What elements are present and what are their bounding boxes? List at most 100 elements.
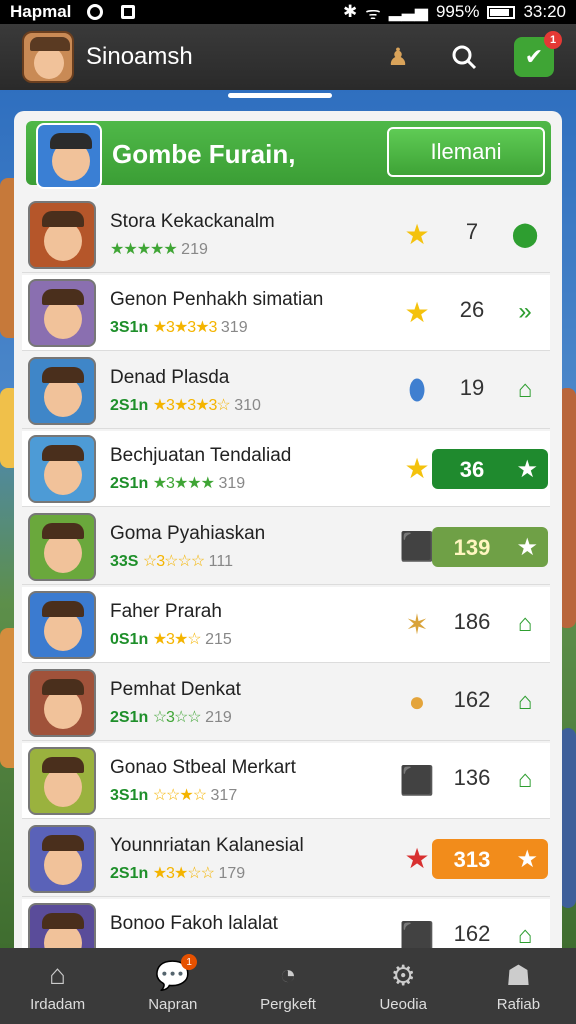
- star-icon: ★: [516, 456, 538, 483]
- row-value: 162: [453, 921, 491, 946]
- player-stats: ★★★★★ 219: [110, 239, 208, 259]
- nav-item-chat[interactable]: 💬 1 Napran: [115, 948, 230, 1024]
- card-title: Gombe Furain,: [112, 139, 296, 169]
- player-name: Stora Kekackanalm: [110, 211, 275, 232]
- highlighted-value-pill[interactable]: 36 ★: [432, 449, 548, 489]
- leaderboard-row[interactable]: Denad Plasda 2S1n ★3★3★3☆ 310 ⬮ 19 ⌂: [22, 353, 550, 429]
- arrow-action-icon[interactable]: »: [510, 297, 540, 327]
- nav-badge: 1: [181, 954, 198, 970]
- bag-action-icon[interactable]: ⬤: [510, 219, 540, 249]
- bottom-nav: ⌂ Irdadam 💬 1 Napran ◔ Pergkeft ⚙ Ueodia…: [0, 948, 576, 1024]
- home-action-icon[interactable]: ⌂: [510, 687, 540, 717]
- player-stats: 33S ☆3☆☆☆ 111: [110, 551, 233, 571]
- sheet-drag-handle[interactable]: [228, 93, 332, 98]
- record-icon: [87, 4, 104, 20]
- leaderboard-row[interactable]: Younnriatan Kalanesial 2S1n ★3★☆☆ 179 ★ 313…: [22, 821, 550, 897]
- player-score: 219: [205, 709, 232, 726]
- gauge-icon: ◔: [279, 959, 297, 990]
- highlighted-value-pill[interactable]: 313 ★: [432, 839, 548, 879]
- rating-stars: ★3★★★: [152, 475, 215, 492]
- bluetooth-icon: ✱: [342, 2, 358, 21]
- gear-icon: ⚙: [390, 959, 416, 991]
- app-title: Sinoamsh: [86, 43, 193, 70]
- player-name: Gonao Stbeal Merkart: [110, 757, 296, 778]
- rating-stars: ☆3☆☆☆: [142, 553, 205, 570]
- bag-icon: ⬛: [399, 530, 435, 562]
- nav-label: Ueodia: [379, 996, 427, 1013]
- player-name: Bechjuatan Tendaliad: [110, 445, 292, 466]
- notification-badge: 1: [544, 31, 562, 49]
- clock: 33:20: [523, 2, 566, 21]
- star-icon: ★: [404, 296, 430, 328]
- highlighted-value-pill[interactable]: 139 ★: [432, 527, 548, 567]
- player-level: 33S: [110, 553, 139, 570]
- leaderboard-row[interactable]: Stora Kekackanalm ★★★★★ 219 ★ 7 ⬤: [22, 197, 550, 273]
- people-icon[interactable]: ♟: [382, 41, 414, 73]
- screenshot-icon: [121, 5, 136, 19]
- player-avatar: [28, 825, 96, 893]
- player-name: Genon Penhakh simatian: [110, 289, 324, 310]
- player-stats: 2S1n ★3★3★3☆ 310: [110, 395, 261, 415]
- profile-avatar[interactable]: [22, 31, 74, 83]
- nav-item-settings[interactable]: ⚙ Ueodia: [346, 948, 461, 1024]
- rating-stars: ★★★★★: [110, 241, 178, 258]
- player-avatar: [28, 201, 96, 269]
- header-action-button[interactable]: Ilemani: [387, 127, 545, 177]
- row-value: 139: [453, 535, 491, 560]
- nav-label: Rafiab: [496, 996, 541, 1013]
- home-action-icon[interactable]: ⌂: [510, 921, 540, 951]
- bag-icon: ⬛: [399, 764, 435, 796]
- player-name: Faher Prarah: [110, 601, 222, 622]
- player-score: 319: [220, 319, 248, 336]
- player-avatar: [28, 279, 96, 347]
- rating-stars: ☆3☆☆: [152, 709, 202, 726]
- player-stats: 2S1n ☆3☆☆ 219: [110, 707, 232, 727]
- home-action-icon[interactable]: ⌂: [510, 609, 540, 639]
- leaderboard-row[interactable]: Gonao Stbeal Merkart 3S1n ☆☆★☆ 317 ⬛ 136 ⌂: [22, 743, 550, 819]
- home-action-icon[interactable]: ⌂: [510, 765, 540, 795]
- face-icon: ●: [408, 686, 426, 717]
- row-value: 7: [465, 219, 479, 244]
- battery-percent: 995%: [435, 2, 480, 21]
- badge-icon: ✶: [405, 608, 429, 640]
- player-stats: 3S1n ☆☆★☆ 317: [110, 785, 237, 805]
- redstar-icon: ★: [404, 842, 430, 874]
- player-stats: 0S1n ★3★☆ 215: [110, 629, 232, 649]
- player-avatar: [28, 747, 96, 815]
- player-avatar: [28, 669, 96, 737]
- row-value: 162: [453, 687, 491, 712]
- player-level: 2S1n: [110, 397, 149, 414]
- leaderboard-row[interactable]: Genon Penhakh simatian 3S1n ★3★3★3 319 ★ 26…: [22, 275, 550, 351]
- search-icon[interactable]: [448, 41, 480, 73]
- battery-icon: [487, 5, 516, 19]
- player-name: Bonoo Fakoh lalalat: [110, 913, 278, 934]
- rating-stars: ★3★☆: [152, 631, 202, 648]
- tasks-check-button[interactable]: ✔ 1: [514, 31, 562, 77]
- header-avatar: [36, 123, 102, 189]
- player-level: 2S1n: [110, 865, 149, 882]
- nav-label: Napran: [148, 996, 198, 1013]
- leaderboard-row[interactable]: Pemhat Denkat 2S1n ☆3☆☆ 219 ● 162 ⌂: [22, 665, 550, 741]
- nav-item-gauge[interactable]: ◔ Pergkeft: [230, 948, 345, 1024]
- player-name: Younnriatan Kalanesial: [110, 835, 304, 856]
- row-value: 36: [459, 457, 485, 482]
- player-name: Pemhat Denkat: [110, 679, 241, 700]
- leaderboard-row[interactable]: Faher Prarah 0S1n ★3★☆ 215 ✶ 186 ⌂: [22, 587, 550, 663]
- player-level: 3S1n: [110, 787, 149, 804]
- nav-item-controller[interactable]: ☗ Rafiab: [461, 948, 576, 1024]
- rating-stars: ★3★3★3: [152, 319, 218, 336]
- player-score: 219: [181, 241, 208, 258]
- player-stats: 2S1n ★3★☆☆ 179: [110, 863, 245, 883]
- home-action-icon[interactable]: ⌂: [510, 375, 540, 405]
- star-icon: ★: [404, 218, 430, 250]
- leaderboard-row[interactable]: Goma Pyahiaskan 33S ☆3☆☆☆ 111 ⬛ 139 ★: [22, 509, 550, 585]
- leaderboard-row[interactable]: Bechjuatan Tendaliad 2S1n ★3★★★ 319 ★ 36 ★: [22, 431, 550, 507]
- carrier-label: Hapmal: [10, 2, 72, 21]
- nav-item-home[interactable]: ⌂ Irdadam: [0, 948, 115, 1024]
- player-avatar: [28, 435, 96, 503]
- star-icon: ★: [404, 452, 430, 484]
- player-level: 2S1n: [110, 709, 149, 726]
- nav-label: Pergkeft: [260, 996, 316, 1013]
- player-level: 0S1n: [110, 631, 149, 648]
- rating-stars: ★3★3★3☆: [152, 397, 231, 414]
